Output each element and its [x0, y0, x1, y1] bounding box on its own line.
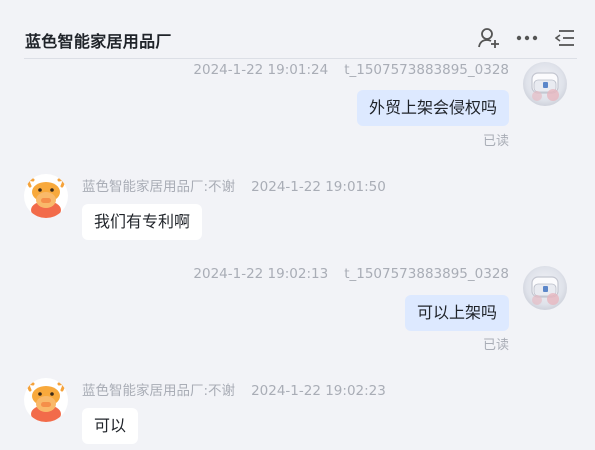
more-icon[interactable] — [515, 26, 539, 50]
read-status: 已读 — [482, 338, 509, 353]
message-timestamp: 2024-1-22 19:02:13 — [193, 266, 329, 282]
message-meta: 蓝色智能家居用品厂:不谢 2024-1-22 19:02:23 — [82, 379, 386, 399]
avatar[interactable] — [24, 378, 68, 422]
message-sender: 蓝色智能家居用品厂:不谢 — [82, 179, 236, 195]
message-bubble[interactable]: 可以上架吗 — [404, 295, 509, 331]
message-bubble[interactable]: 外贸上架会侵权吗 — [356, 90, 509, 126]
chat-title: 蓝色智能家居用品厂 — [25, 32, 172, 51]
avatar[interactable] — [24, 174, 68, 218]
message-meta: 2024-1-22 19:01:24 t_1507573883895_0328 — [193, 62, 509, 78]
message-bubble[interactable]: 可以 — [82, 408, 139, 444]
message-sender: 蓝色智能家居用品厂:不谢 — [82, 383, 236, 399]
chat-header: 蓝色智能家居用品厂 — [0, 0, 595, 58]
message-sender: t_1507573883895_0328 — [344, 62, 509, 78]
message-timestamp: 2024-1-22 19:02:23 — [251, 383, 386, 399]
header-actions — [477, 26, 577, 50]
menu-collapse-icon[interactable] — [553, 26, 577, 50]
message-bubble[interactable]: 我们有专利啊 — [82, 204, 203, 240]
message-meta: 2024-1-22 19:02:13 t_1507573883895_0328 — [193, 266, 509, 282]
message-timestamp: 2024-1-22 19:01:24 — [193, 62, 329, 78]
message-meta: 蓝色智能家居用品厂:不谢 2024-1-22 19:01:50 — [82, 175, 386, 195]
message-sender: t_1507573883895_0328 — [344, 266, 509, 282]
avatar[interactable] — [523, 62, 567, 106]
read-status: 已读 — [482, 134, 509, 149]
header-divider — [24, 58, 577, 59]
avatar[interactable] — [523, 266, 567, 310]
message-timestamp: 2024-1-22 19:01:50 — [251, 179, 386, 195]
add-user-icon[interactable] — [477, 26, 501, 50]
